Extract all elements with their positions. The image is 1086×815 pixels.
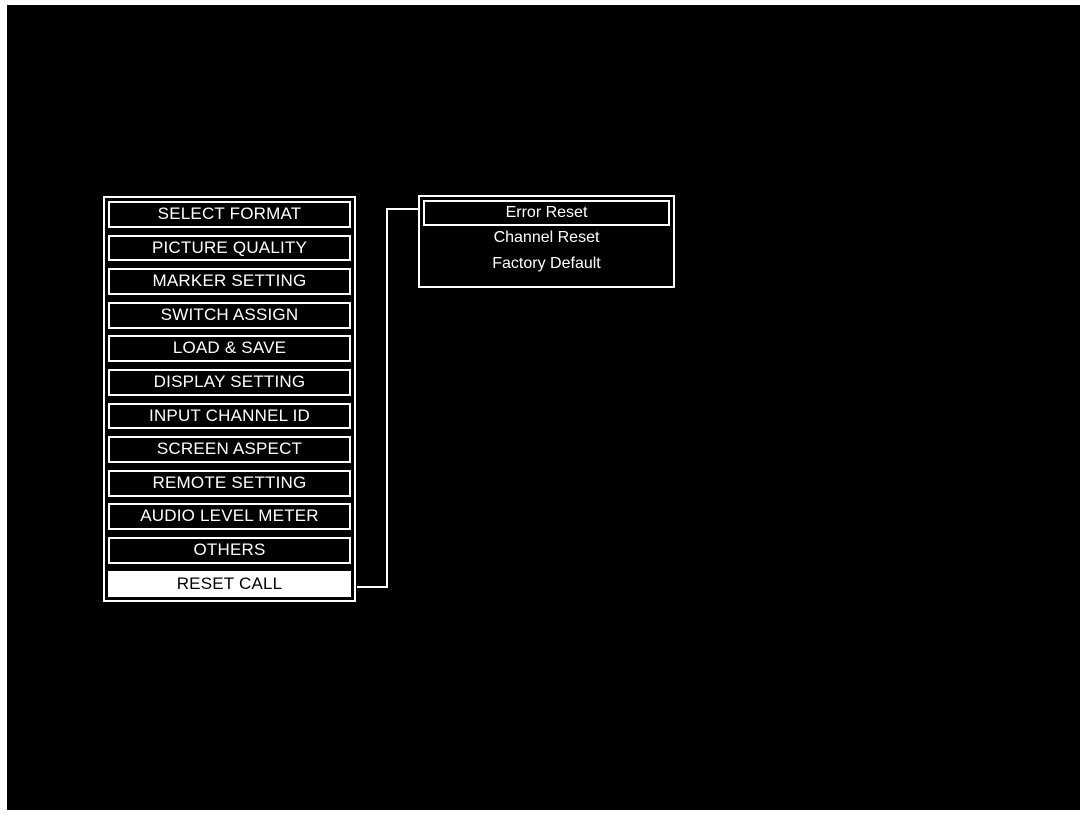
- menu-item-remote-setting[interactable]: REMOTE SETTING: [108, 469, 351, 497]
- menu-item-screen-aspect[interactable]: SCREEN ASPECT: [108, 436, 351, 463]
- menu-item-load-save[interactable]: LOAD & SAVE: [108, 335, 351, 363]
- menu-item-switch-assign[interactable]: SWITCH ASSIGN: [108, 301, 351, 329]
- menu-item-input-channel-id[interactable]: INPUT CHANNEL ID: [108, 402, 351, 430]
- menu-item-others[interactable]: OTHERS: [108, 536, 351, 564]
- osd-screen: SELECT FORMAT PICTURE QUALITY MARKER SET…: [7, 5, 1080, 810]
- menu-item-display-setting[interactable]: DISPLAY SETTING: [108, 368, 351, 396]
- menu-item-reset-call[interactable]: RESET CALL: [108, 570, 351, 598]
- submenu-item-factory-default[interactable]: Factory Default: [423, 252, 670, 278]
- submenu-item-error-reset[interactable]: Error Reset: [423, 200, 670, 226]
- menu-item-picture-quality[interactable]: PICTURE QUALITY: [108, 234, 351, 262]
- reset-call-submenu: Error Reset Channel Reset Factory Defaul…: [418, 195, 675, 288]
- menu-item-select-format[interactable]: SELECT FORMAT: [108, 201, 351, 228]
- main-menu: SELECT FORMAT PICTURE QUALITY MARKER SET…: [103, 196, 356, 602]
- menu-item-marker-setting[interactable]: MARKER SETTING: [108, 268, 351, 295]
- menu-item-audio-level-meter[interactable]: AUDIO LEVEL METER: [108, 503, 351, 531]
- submenu-item-channel-reset[interactable]: Channel Reset: [423, 226, 670, 252]
